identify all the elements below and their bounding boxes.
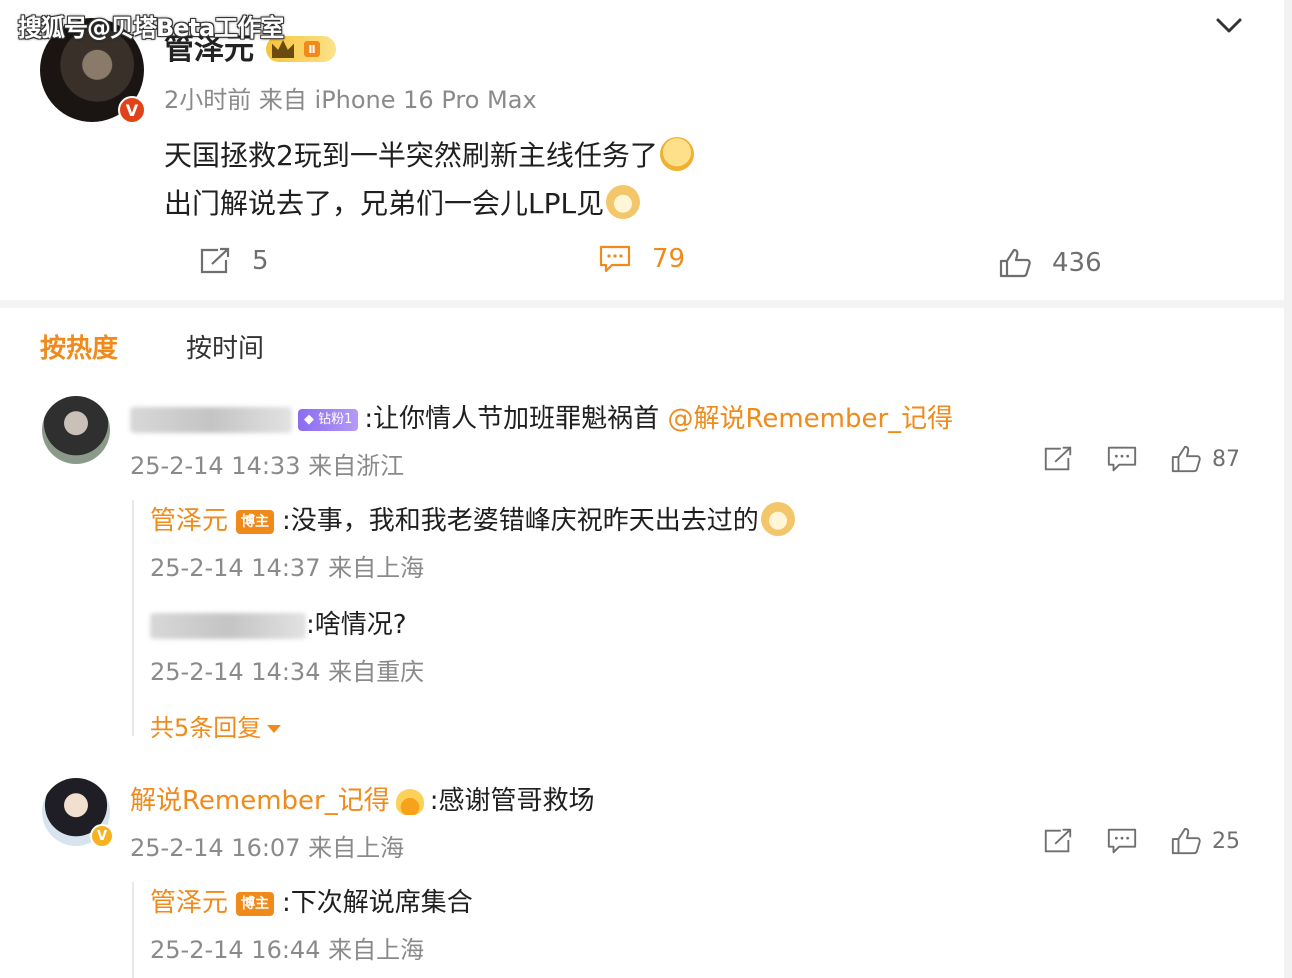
- verified-icon: V: [118, 96, 146, 124]
- reply-author[interactable]: 管泽元: [150, 506, 228, 536]
- tab-sort-time[interactable]: 按时间: [186, 328, 264, 365]
- reply-author[interactable]: 管泽元: [150, 888, 228, 918]
- comment-content: 解说Remember_记得:感谢管哥救场: [130, 786, 595, 816]
- post-meta: 2小时前 来自 iPhone 16 Pro Max: [164, 86, 537, 114]
- comment-button[interactable]: 79: [598, 244, 685, 274]
- repost-icon: [200, 247, 230, 274]
- level-badge: Ⅱ: [304, 41, 320, 57]
- post-text-line-2: 出门解说去了，兄弟们一会儿LPL见: [164, 182, 641, 222]
- doge-emoji-icon: [760, 501, 795, 536]
- comment-meta: 25-2-14 14:33 来自浙江: [130, 452, 405, 480]
- like-button[interactable]: 436: [998, 248, 1102, 278]
- host-badge: 博主: [236, 891, 275, 916]
- mention-link[interactable]: @解说Remember_记得: [667, 404, 953, 434]
- repost-icon[interactable]: [1042, 444, 1074, 474]
- comment-content: ◆ 钻粉1:让你情人节加班罪魁祸首 @解说Remember_记得: [130, 398, 953, 435]
- more-replies-link[interactable]: 共5条回复: [150, 708, 282, 743]
- reply-thread-line: [132, 882, 134, 978]
- reply-meta: 25-2-14 14:34 来自重庆: [150, 658, 425, 686]
- commenter-name-blurred[interactable]: [130, 406, 292, 433]
- commenter-name[interactable]: 解说Remember_记得: [130, 786, 390, 816]
- comment-icon[interactable]: [1106, 444, 1138, 474]
- chevron-down-icon[interactable]: [1214, 14, 1244, 38]
- comment-like-count: 87: [1212, 446, 1240, 472]
- like-icon[interactable]: [1170, 826, 1202, 856]
- like-icon[interactable]: [1170, 444, 1202, 474]
- reply-meta: 25-2-14 14:37 来自上海: [150, 554, 425, 582]
- commenter-avatar[interactable]: [42, 396, 110, 464]
- reply-meta: 25-2-14 16:44 来自上海: [150, 936, 425, 964]
- host-badge: 博主: [236, 509, 275, 534]
- commenter-avatar[interactable]: V: [42, 778, 114, 848]
- reply-content: 管泽元 博主:没事，我和我老婆错峰庆祝昨天出去过的: [150, 500, 795, 539]
- caret-down-icon: [267, 725, 282, 733]
- reply-content: 管泽元 博主:下次解说席集合: [150, 888, 473, 918]
- like-icon: [999, 248, 1031, 278]
- comment-count: 79: [652, 244, 686, 274]
- comment-actions: 87: [1042, 444, 1240, 474]
- fan-badge[interactable]: ◆ 钻粉1: [298, 408, 359, 431]
- verified-icon: V: [90, 824, 114, 848]
- post-text-line-1: 天国拯救2玩到一半突然刷新主线任务了: [164, 134, 694, 174]
- like-count: 436: [1052, 248, 1102, 278]
- crown-icon: [395, 788, 424, 815]
- repost-icon[interactable]: [1042, 826, 1074, 856]
- repost-count: 5: [252, 246, 269, 276]
- reply-author-blurred[interactable]: [150, 612, 306, 639]
- section-divider: [0, 300, 1292, 308]
- comment-actions: 25: [1042, 826, 1240, 856]
- reply-thread-line: [132, 500, 134, 736]
- watermark: 搜狐号@贝塔Beta工作室: [18, 14, 284, 42]
- laugh-cry-emoji-icon: [659, 137, 694, 171]
- comment-meta: 25-2-14 16:07 来自上海: [130, 834, 405, 862]
- scrollbar-track[interactable]: [1284, 0, 1292, 978]
- repost-button[interactable]: 5: [198, 246, 269, 276]
- reply-content: :啥情况?: [150, 604, 407, 641]
- doge-emoji-icon: [606, 185, 641, 219]
- comment-like-count: 25: [1212, 828, 1240, 854]
- comment-icon: [599, 245, 631, 273]
- tab-sort-hot[interactable]: 按热度: [40, 328, 118, 365]
- comment-icon[interactable]: [1106, 826, 1138, 856]
